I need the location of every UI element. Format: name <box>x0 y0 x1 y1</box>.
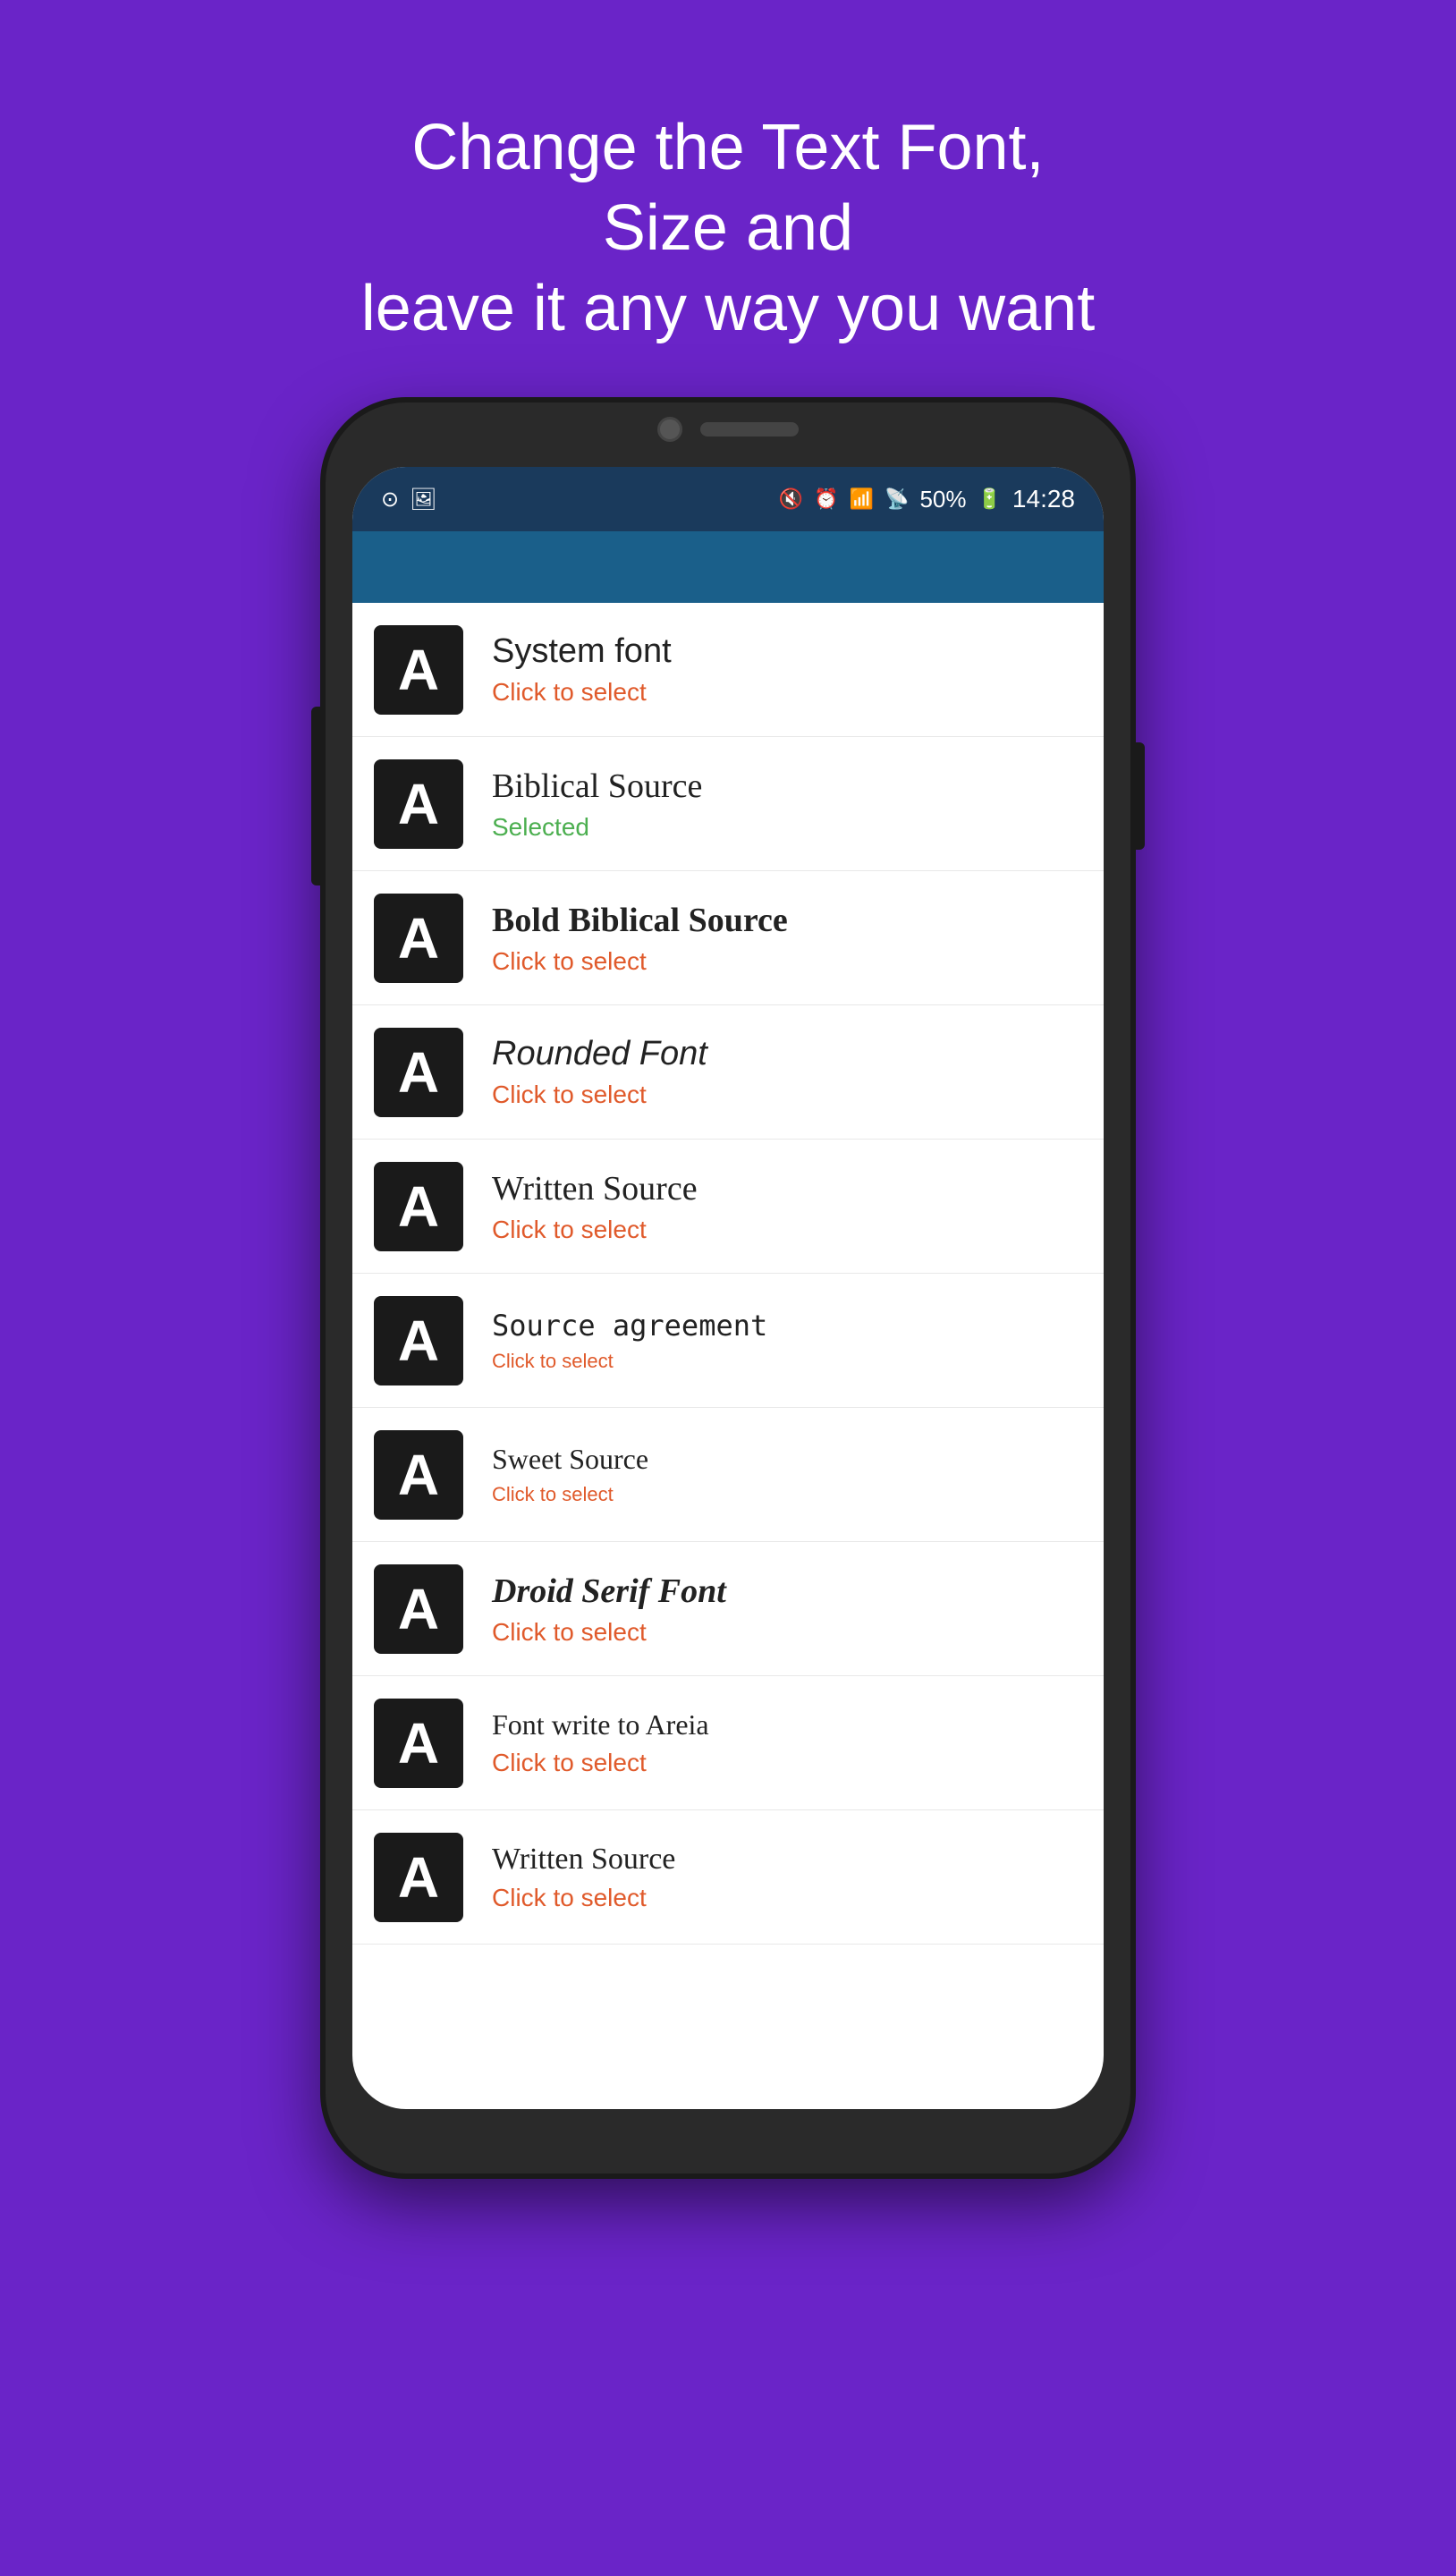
font-info-droid: Droid Serif Font Click to select <box>492 1572 726 1647</box>
font-item-biblical[interactable]: A Biblical Source Selected <box>352 737 1104 871</box>
font-icon-source-agreement: A <box>374 1296 463 1385</box>
font-name-droid: Droid Serif Font <box>492 1572 726 1611</box>
font-item-written[interactable]: A Written Source Click to select <box>352 1140 1104 1274</box>
image-status-icon: 🖼 <box>410 487 436 513</box>
font-info-source-agreement: Source agreement Click to select <box>492 1309 767 1373</box>
font-action-bold-biblical[interactable]: Click to select <box>492 947 788 976</box>
font-item-bold-biblical[interactable]: A Bold Biblical Source Click to select <box>352 871 1104 1005</box>
font-name-written: Written Source <box>492 1169 698 1208</box>
font-info-written: Written Source Click to select <box>492 1169 698 1244</box>
font-action-written[interactable]: Click to select <box>492 1216 698 1244</box>
font-action-sweet[interactable]: Click to select <box>492 1483 648 1506</box>
font-item-system[interactable]: A System font Click to select <box>352 603 1104 737</box>
phone-body: ⊙ 🖼 🔇 ⏰ 📶 📡 50% 🔋 14:28 A System font Clic… <box>326 402 1130 2174</box>
font-info-system: System font Click to select <box>492 632 672 707</box>
font-item-droid[interactable]: A Droid Serif Font Click to select <box>352 1542 1104 1676</box>
font-icon-sweet: A <box>374 1430 463 1520</box>
font-icon-biblical: A <box>374 759 463 849</box>
font-icon-rounded: A <box>374 1028 463 1117</box>
time-display: 14:28 <box>1012 485 1075 513</box>
font-icon-written: A <box>374 1162 463 1251</box>
font-name-write-areia: Font write to Areia <box>492 1708 709 1741</box>
font-action-source-agreement[interactable]: Click to select <box>492 1350 767 1373</box>
font-action-biblical[interactable]: Selected <box>492 813 702 842</box>
status-left-icons: ⊙ 🖼 <box>381 487 437 513</box>
status-right-info: 🔇 ⏰ 📶 📡 50% 🔋 14:28 <box>779 485 1075 513</box>
wifi-icon: 📶 <box>850 487 874 511</box>
alarm-icon: ⏰ <box>814 487 838 511</box>
font-name-system: System font <box>492 632 672 671</box>
font-name-biblical: Biblical Source <box>492 767 702 806</box>
hero-line2: Size and <box>603 192 853 264</box>
battery-text: 50% <box>919 486 966 513</box>
hero-line3: leave it any way you want <box>361 273 1095 344</box>
hero-line1: Change the Text Font, <box>411 112 1044 183</box>
font-info-write-areia: Font write to Areia Click to select <box>492 1708 709 1777</box>
font-icon-write-areia: A <box>374 1699 463 1788</box>
phone-screen: ⊙ 🖼 🔇 ⏰ 📶 📡 50% 🔋 14:28 A System font Clic… <box>352 467 1104 2109</box>
font-icon-written2: A <box>374 1833 463 1922</box>
font-action-system[interactable]: Click to select <box>492 678 672 707</box>
font-icon-system: A <box>374 625 463 715</box>
font-item-rounded[interactable]: A Rounded Font Click to select <box>352 1005 1104 1140</box>
hero-title: Change the Text Font, Size and leave it … <box>290 107 1166 349</box>
font-action-droid[interactable]: Click to select <box>492 1618 726 1647</box>
app-bar <box>352 531 1104 603</box>
status-bar: ⊙ 🖼 🔇 ⏰ 📶 📡 50% 🔋 14:28 <box>352 467 1104 531</box>
font-name-sweet: Sweet Source <box>492 1443 648 1476</box>
font-info-written2: Written Source Click to select <box>492 1843 675 1912</box>
font-name-written2: Written Source <box>492 1843 675 1877</box>
font-name-rounded: Rounded Font <box>492 1035 707 1073</box>
font-action-written2[interactable]: Click to select <box>492 1884 675 1912</box>
battery-icon: 🔋 <box>978 487 1002 511</box>
mute-icon: 🔇 <box>779 487 803 511</box>
phone-device: ⊙ 🖼 🔇 ⏰ 📶 📡 50% 🔋 14:28 A System font Clic… <box>326 402 1130 2174</box>
font-list: A System font Click to select A Biblical Sou… <box>352 603 1104 1945</box>
font-icon-droid: A <box>374 1564 463 1654</box>
font-icon-bold-biblical: A <box>374 894 463 983</box>
speaker-slot <box>700 422 799 436</box>
font-info-rounded: Rounded Font Click to select <box>492 1035 707 1109</box>
camera-lens <box>657 417 682 442</box>
font-action-write-areia[interactable]: Click to select <box>492 1749 709 1777</box>
font-item-written2[interactable]: A Written Source Click to select <box>352 1810 1104 1945</box>
font-item-source-agreement[interactable]: A Source agreement Click to select <box>352 1274 1104 1408</box>
font-item-write-areia[interactable]: A Font write to Areia Click to select <box>352 1676 1104 1810</box>
font-info-biblical: Biblical Source Selected <box>492 767 702 842</box>
font-action-rounded[interactable]: Click to select <box>492 1080 707 1109</box>
font-info-sweet: Sweet Source Click to select <box>492 1443 648 1506</box>
font-name-bold-biblical: Bold Biblical Source <box>492 901 788 940</box>
signal-icon: 📡 <box>885 487 909 511</box>
font-info-bold-biblical: Bold Biblical Source Click to select <box>492 901 788 976</box>
font-name-source-agreement: Source agreement <box>492 1309 767 1343</box>
circle-status-icon: ⊙ <box>381 487 399 513</box>
font-item-sweet[interactable]: A Sweet Source Click to select <box>352 1408 1104 1542</box>
